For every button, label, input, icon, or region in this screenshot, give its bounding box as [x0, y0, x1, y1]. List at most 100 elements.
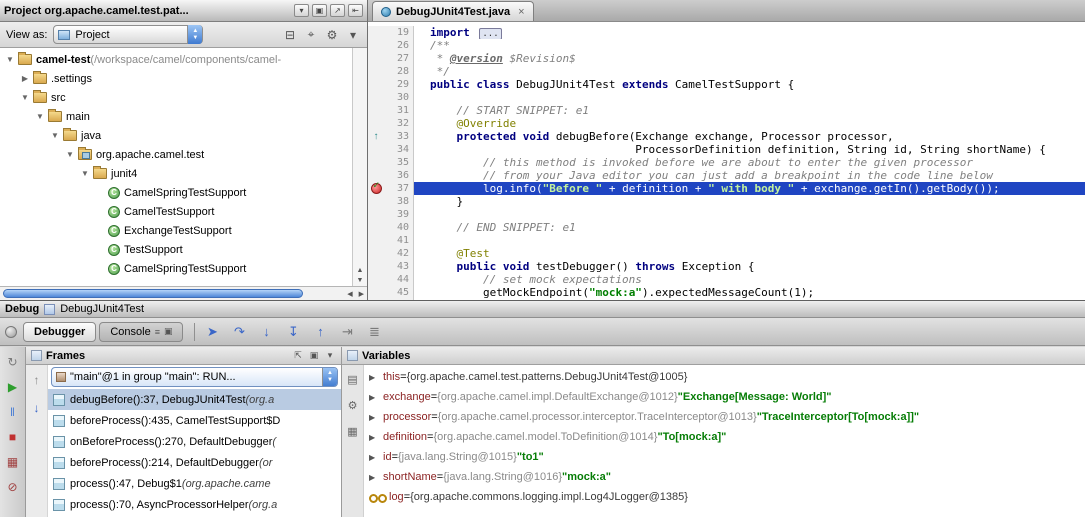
- expand-arrow-icon[interactable]: ▶: [369, 453, 383, 462]
- project-horizontal-scrollbar[interactable]: ◀ ▶: [0, 286, 367, 300]
- gutter[interactable]: [368, 273, 384, 286]
- code-line[interactable]: 43 public void testDebugger() throws Exc…: [368, 260, 1085, 273]
- code-text[interactable]: public void testDebugger() throws Except…: [414, 260, 1085, 273]
- force-step-into-button[interactable]: ↧: [284, 323, 302, 341]
- variable-row[interactable]: log = {org.apache.commons.logging.impl.L…: [364, 487, 1085, 507]
- code-line[interactable]: 19import ...: [368, 26, 1085, 39]
- code-line[interactable]: 37 log.info("Before " + definition + " w…: [368, 182, 1085, 195]
- code-text[interactable]: * @version $Revision$: [414, 52, 1085, 65]
- stack-frame-item[interactable]: debugBefore():37, DebugJUnit4Test (org.a: [48, 389, 341, 410]
- tree-toggle-icon[interactable]: ▼: [79, 169, 91, 178]
- gutter[interactable]: [368, 26, 384, 39]
- gutter[interactable]: [368, 117, 384, 130]
- code-text[interactable]: @Test: [414, 247, 1085, 260]
- code-text[interactable]: /**: [414, 39, 1085, 52]
- float-button[interactable]: ↗: [330, 4, 345, 17]
- tree-item-main[interactable]: ▼main: [0, 107, 352, 126]
- thread-selector[interactable]: "main"@1 in group "main": RUN... ▲ ▼: [51, 367, 338, 387]
- next-frame-button[interactable]: ↓: [28, 399, 46, 417]
- gutter[interactable]: [368, 91, 384, 104]
- execution-line[interactable]: log.info("Before " + definition + " with…: [414, 182, 1085, 195]
- code-text[interactable]: [414, 208, 1085, 221]
- code-line[interactable]: 39: [368, 208, 1085, 221]
- collapse-button[interactable]: ▾: [294, 4, 309, 17]
- expand-arrow-icon[interactable]: ▶: [369, 473, 383, 482]
- tab-console[interactable]: Console ≡ ▣: [99, 322, 183, 342]
- code-line[interactable]: 44 // set mock expectations: [368, 273, 1085, 286]
- split-icon[interactable]: ▣: [164, 326, 173, 337]
- expand-arrow-icon[interactable]: ▶: [369, 413, 383, 422]
- gear-icon[interactable]: ⚙: [324, 27, 340, 43]
- expand-arrow-icon[interactable]: ▶: [369, 433, 383, 442]
- step-into-button[interactable]: ↓: [257, 323, 275, 341]
- tab-close-icon[interactable]: ×: [518, 6, 524, 18]
- settings-gear-icon[interactable]: ⚙: [344, 396, 362, 414]
- code-text[interactable]: protected void debugBefore(Exchange exch…: [414, 130, 1085, 143]
- tree-item-TestSupport[interactable]: CTestSupport: [0, 240, 352, 259]
- tree-toggle-icon[interactable]: ▼: [4, 55, 16, 64]
- gutter[interactable]: [368, 260, 384, 273]
- code-line[interactable]: 30: [368, 91, 1085, 104]
- mute-breakpoints-button[interactable]: ⊘: [4, 478, 22, 496]
- stack-frame-item[interactable]: beforeProcess():214, DefaultDebugger (or: [48, 452, 341, 473]
- stack-frame-item[interactable]: beforeProcess():435, CamelTestSupport$D: [48, 410, 341, 431]
- rerun-button[interactable]: ↻: [4, 353, 22, 371]
- code-text[interactable]: public class DebugJUnit4Test extends Cam…: [414, 78, 1085, 91]
- gutter[interactable]: [368, 182, 384, 195]
- restore-button[interactable]: ▣: [312, 4, 327, 17]
- add-watch-icon[interactable]: ▦: [344, 422, 362, 440]
- code-text[interactable]: import ...: [414, 26, 1085, 39]
- gutter[interactable]: [368, 104, 384, 117]
- chevron-down-icon[interactable]: ▾: [345, 27, 361, 43]
- code-line[interactable]: 41: [368, 234, 1085, 247]
- stop-button[interactable]: ■: [4, 428, 22, 446]
- restore-panel-icon[interactable]: ▣: [308, 350, 320, 362]
- code-text[interactable]: @Override: [414, 117, 1085, 130]
- scrollbar-thumb[interactable]: [3, 289, 303, 298]
- variable-row[interactable]: ▶definition = {org.apache.camel.model.To…: [364, 427, 1085, 447]
- tree-item-org.apache.camel.test[interactable]: ▼org.apache.camel.test: [0, 145, 352, 164]
- tree-item-junit4[interactable]: ▼junit4: [0, 164, 352, 183]
- gutter[interactable]: [368, 286, 384, 299]
- code-line[interactable]: 45 getMockEndpoint("mock:a").expectedMes…: [368, 286, 1085, 299]
- code-line[interactable]: 29public class DebugJUnit4Test extends C…: [368, 78, 1085, 91]
- code-text[interactable]: ProcessorDefinition definition, String i…: [414, 143, 1085, 156]
- select-stepper-icon[interactable]: ▲ ▼: [187, 25, 202, 44]
- view-as-select[interactable]: Project ▲ ▼: [53, 25, 203, 44]
- code-text[interactable]: }: [414, 195, 1085, 208]
- code-editor[interactable]: 19import ...26/**27 * @version $Revision…: [368, 22, 1085, 300]
- gutter[interactable]: [368, 78, 384, 91]
- scroll-left-icon[interactable]: ◀: [347, 290, 352, 298]
- previous-frame-button[interactable]: ↑: [28, 371, 46, 389]
- tab-debugger[interactable]: Debugger: [23, 322, 96, 342]
- code-line[interactable]: 40 // END SNIPPET: e1: [368, 221, 1085, 234]
- panel-menu-icon[interactable]: ▾: [324, 350, 336, 362]
- tree-item-CamelTestSupport[interactable]: CCamelTestSupport: [0, 202, 352, 221]
- thread-stepper-icon[interactable]: ▲ ▼: [322, 367, 337, 387]
- expand-arrow-icon[interactable]: ▶: [369, 373, 383, 382]
- tree-item-src[interactable]: ▼src: [0, 88, 352, 107]
- evaluate-expression-button[interactable]: ≣: [365, 323, 383, 341]
- pause-button[interactable]: ‖: [4, 403, 22, 421]
- project-titlebar[interactable]: Project org.apache.camel.test.pat... ▾▣↗…: [0, 0, 367, 22]
- scroll-down-icon[interactable]: ▼: [357, 277, 364, 284]
- code-line[interactable]: 27 * @version $Revision$: [368, 52, 1085, 65]
- project-vertical-scrollbar[interactable]: ▲ ▼: [352, 48, 367, 286]
- show-watches-icon[interactable]: ▤: [344, 370, 362, 388]
- gutter[interactable]: ↑: [368, 130, 384, 143]
- resume-button[interactable]: ▶: [4, 378, 22, 396]
- code-line[interactable]: 34 ProcessorDefinition definition, Strin…: [368, 143, 1085, 156]
- code-text[interactable]: // this method is invoked before we are …: [414, 156, 1085, 169]
- code-text[interactable]: */: [414, 65, 1085, 78]
- tree-toggle-icon[interactable]: ▼: [49, 131, 61, 140]
- tree-toggle-icon[interactable]: ▼: [64, 150, 76, 159]
- gutter[interactable]: [368, 156, 384, 169]
- gutter[interactable]: [368, 39, 384, 52]
- stack-frame-item[interactable]: process():70, AsyncProcessorHelper (org.…: [48, 494, 341, 515]
- gutter[interactable]: [368, 52, 384, 65]
- folded-region[interactable]: ...: [479, 28, 501, 39]
- code-line[interactable]: 32 @Override: [368, 117, 1085, 130]
- gutter[interactable]: [368, 195, 384, 208]
- code-text[interactable]: // START SNIPPET: e1: [414, 104, 1085, 117]
- step-out-button[interactable]: ↑: [311, 323, 329, 341]
